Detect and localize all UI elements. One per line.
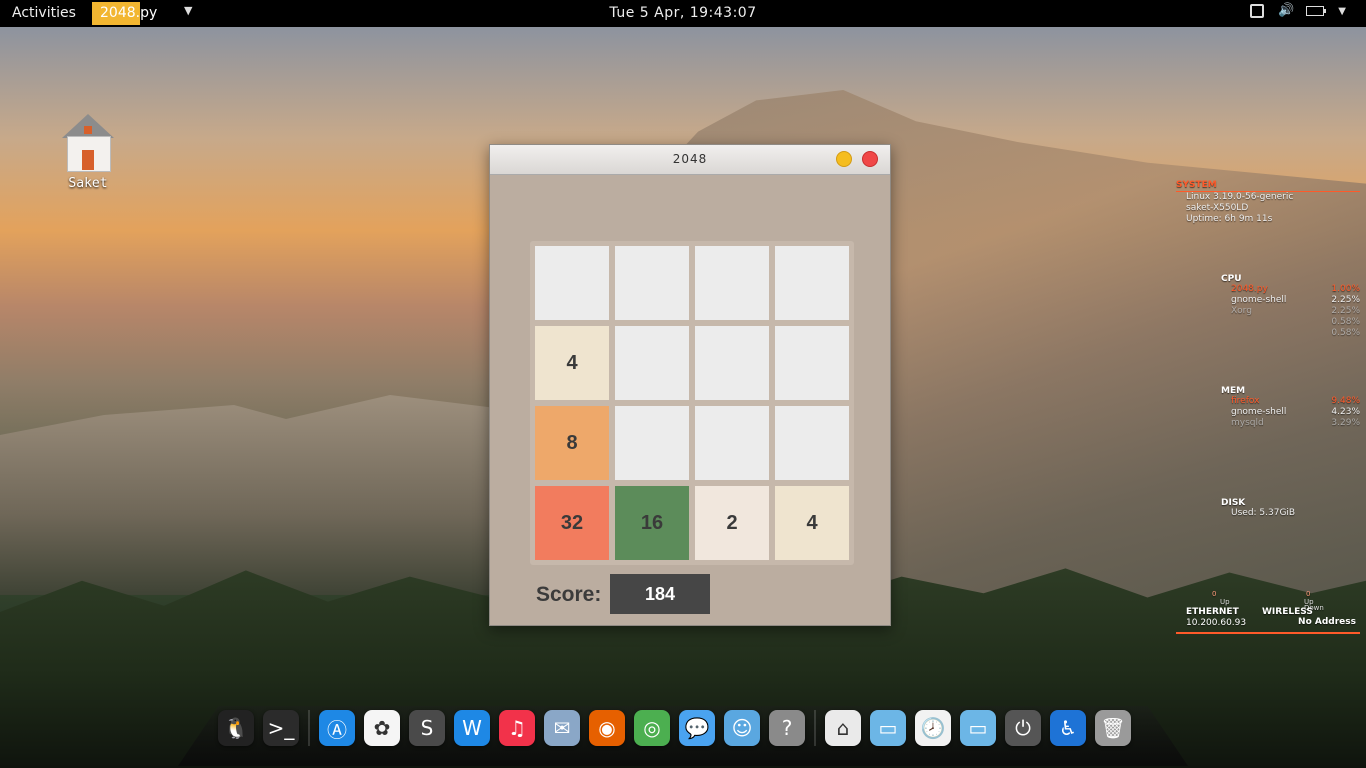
mail-stamp-icon[interactable]: ✉	[544, 710, 580, 746]
cpu-process-row: 2048.py 1.00%	[1231, 284, 1360, 294]
network-divider	[1176, 632, 1360, 634]
board-tile	[695, 326, 769, 400]
trash-icon[interactable]: 🗑	[1095, 710, 1131, 746]
folder-icon[interactable]: ▭	[960, 710, 996, 746]
game-board[interactable]: 4 8 32 16 2 4	[530, 241, 854, 565]
ethernet-zero-label: 0	[1212, 590, 1217, 598]
volume-icon[interactable]: 🔊	[1278, 4, 1294, 18]
system-line: Uptime: 6h 9m 11s	[1186, 214, 1273, 224]
window-titlebar[interactable]: 2048	[490, 145, 890, 175]
mem-process-row: gnome-shell 4.23%	[1231, 407, 1360, 417]
board-tile: 4	[535, 326, 609, 400]
accessibility-icon[interactable]: ♿	[1050, 710, 1086, 746]
home-icon[interactable]: ⌂	[825, 710, 861, 746]
writer-icon[interactable]: W	[454, 710, 490, 746]
desktop-icon-home[interactable]: Saket	[58, 110, 118, 191]
battery-icon[interactable]	[1306, 6, 1327, 16]
ethernet-heading: ETHERNET	[1186, 607, 1239, 617]
board-tile: 32	[535, 486, 609, 560]
score-label: Score:	[536, 583, 602, 606]
board-tile: 4	[775, 486, 849, 560]
desktop-wallpaper-ridge	[0, 395, 520, 595]
messages-icon[interactable]: 💬	[679, 710, 715, 746]
score-value: 184	[610, 574, 710, 614]
board-tile: 8	[535, 406, 609, 480]
board-tile	[775, 406, 849, 480]
system-line: Linux 3.19.0-56-generic	[1186, 192, 1294, 202]
app-store-icon[interactable]: Ⓐ	[319, 710, 355, 746]
disk-section: DISK Used: 5.37GiB	[1221, 498, 1360, 519]
cpu-process-row: 0.58%	[1331, 317, 1360, 327]
wireless-heading: WIRELESS	[1262, 607, 1313, 617]
chevron-down-icon[interactable]: ▼	[1338, 6, 1346, 17]
cpu-process-row: Xorg 2.25%	[1231, 306, 1360, 316]
firefox-icon[interactable]: ◉	[589, 710, 625, 746]
board-tile	[775, 326, 849, 400]
mem-section: MEM firefox 9.48% gnome-shell 4.23% mysqld…	[1221, 386, 1360, 429]
wireless-address: No Address	[1298, 617, 1356, 627]
cpu-process-row: gnome-shell 2.25%	[1231, 295, 1360, 305]
top-panel: Activities 2048.py ▼ Tue 5 Apr, 19:43:07…	[0, 0, 1366, 27]
dock-separator	[308, 710, 310, 746]
finder-icon[interactable]: ☺	[724, 710, 760, 746]
music-icon[interactable]: ♫	[499, 710, 535, 746]
dock-separator	[814, 710, 816, 746]
mem-heading: MEM	[1221, 386, 1246, 396]
clock-icon[interactable]: 🕗	[915, 710, 951, 746]
board-tile: 16	[615, 486, 689, 560]
ethernet-address: 10.200.60.93	[1186, 618, 1247, 628]
board-tile	[615, 406, 689, 480]
cpu-section: CPU 2048.py 1.00% gnome-shell 2.25% Xorg 2.…	[1221, 274, 1360, 339]
minimize-button[interactable]	[836, 151, 852, 167]
photos-icon[interactable]: ✿	[364, 710, 400, 746]
window-icon[interactable]	[1250, 4, 1265, 18]
files-icon[interactable]: ▭	[870, 710, 906, 746]
ethernet-up-label: Up	[1220, 598, 1230, 606]
sublime-text-icon[interactable]: S	[409, 710, 445, 746]
board-tile	[615, 246, 689, 320]
board-tile	[775, 246, 849, 320]
close-button[interactable]	[862, 151, 878, 167]
help-icon[interactable]: ?	[769, 710, 805, 746]
disk-heading: DISK	[1221, 498, 1246, 508]
board-tile	[695, 246, 769, 320]
system-tray[interactable]: 🔊 ▼	[1250, 4, 1346, 18]
desktop-icon-label: Saket	[68, 176, 108, 191]
home-folder-icon	[60, 110, 116, 172]
window-title: 2048	[672, 152, 708, 166]
system-heading: SYSTEM	[1176, 180, 1360, 192]
wireless-zero-label: 0	[1306, 590, 1311, 598]
clock[interactable]: Tue 5 Apr, 19:43:07	[0, 5, 1366, 21]
game-window[interactable]: 2048 4 8 32 16 2 4 Score: 184	[489, 144, 891, 626]
power-icon[interactable]: ⏻	[1005, 710, 1041, 746]
board-tile	[615, 326, 689, 400]
board-tile: 2	[695, 486, 769, 560]
cpu-process-row: 0.58%	[1331, 328, 1360, 338]
mem-process-row: mysqld 3.29%	[1231, 418, 1360, 428]
disk-used: Used: 5.37GiB	[1231, 508, 1296, 518]
board-tile	[695, 406, 769, 480]
system-line: saket-X550LD	[1186, 203, 1249, 213]
dock-items: 🐧 >_ Ⓐ ✿ S W ♫ ✉ ◉ ◎ 💬 ☺? ⌂ ▭ 🕗 ▭ ⏻ ♿ 🗑	[218, 710, 1131, 746]
system-monitor-widget: SYSTEM Linux 3.19.0-56-generic saket-X55…	[1176, 180, 1360, 518]
mem-process-row: firefox 9.48%	[1231, 396, 1360, 406]
terminal-icon[interactable]: >_	[263, 710, 299, 746]
board-tile	[535, 246, 609, 320]
tux-icon[interactable]: 🐧	[218, 710, 254, 746]
chrome-icon[interactable]: ◎	[634, 710, 670, 746]
cpu-heading: CPU	[1221, 274, 1242, 284]
